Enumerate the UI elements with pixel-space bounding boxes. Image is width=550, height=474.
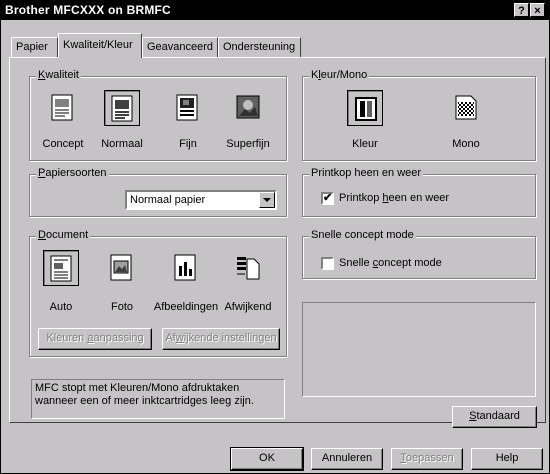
quick-draft-checkbox[interactable] <box>321 257 334 270</box>
title-bar: Brother MFCXXX on BRMFC ? × <box>1 1 549 20</box>
document-group: Document Auto Foto Afbeeldingen Afwijken… <box>29 229 287 357</box>
document-foto-option[interactable] <box>104 250 140 286</box>
normal-quality-icon <box>111 95 133 122</box>
document-afwijkend-label: Afwijkend <box>224 301 272 313</box>
tab-kwaliteit-kleur-label: Kwaliteit/Kleur <box>63 39 133 51</box>
printer-properties-window: Brother MFCXXX on BRMFC ? × Papier Kwali… <box>0 0 550 474</box>
graphics-document-icon <box>174 254 196 281</box>
quality-group: Kwaliteit Concept Normaal Fijn Superfijn <box>29 69 287 161</box>
fine-quality-icon <box>176 94 198 121</box>
document-afwijkend-option[interactable] <box>230 250 266 286</box>
print-head-group: Printkop heen en weer ✔ Printkop heen en… <box>302 167 536 217</box>
document-auto-option[interactable] <box>43 250 79 286</box>
close-button[interactable]: × <box>530 3 545 17</box>
mono-pattern-icon <box>455 95 477 120</box>
draft-quality-icon <box>51 94 73 121</box>
color-mono-group: Kleur/Mono Kleur Mono <box>302 69 536 161</box>
quality-fijn-option[interactable] <box>170 90 206 126</box>
quick-draft-checkbox-label[interactable]: Snelle concept mode <box>339 257 442 269</box>
color-mono-option[interactable] <box>448 90 484 126</box>
standard-button[interactable]: Standaard <box>452 406 537 428</box>
auto-document-icon <box>50 255 72 282</box>
quick-draft-legend: Snelle concept mode <box>309 229 416 241</box>
print-head-legend: Printkop heen en weer <box>309 167 424 179</box>
photo-document-icon <box>110 254 132 281</box>
cancel-button[interactable]: Annuleren <box>311 448 383 470</box>
quality-superfijn-label: Superfijn <box>226 138 270 150</box>
color-mono-legend: Kleur/Mono <box>309 69 370 81</box>
document-afbeeldingen-label: Afbeeldingen <box>153 301 219 313</box>
print-head-checkbox[interactable]: ✔ <box>321 192 334 205</box>
paper-type-select[interactable]: Normaal papier <box>125 190 277 210</box>
tab-kwaliteit-kleur[interactable]: Kwaliteit/Kleur <box>58 33 142 58</box>
quality-normaal-option[interactable] <box>104 90 140 126</box>
help-button[interactable]: Help <box>471 448 543 470</box>
quality-legend: Kwaliteit <box>36 69 81 81</box>
color-kleur-option[interactable] <box>347 90 383 126</box>
document-afbeeldingen-option[interactable] <box>168 250 204 286</box>
color-kleur-label: Kleur <box>352 138 378 150</box>
color-adjust-button[interactable]: Kleuren aanpassing <box>38 328 152 350</box>
quality-concept-option[interactable] <box>45 90 81 126</box>
apply-button[interactable]: Toepassen <box>391 448 463 470</box>
superfine-quality-icon <box>236 95 260 119</box>
document-foto-label: Foto <box>110 301 133 313</box>
tab-ondersteuning[interactable]: Ondersteuning <box>218 37 301 57</box>
tab-papier[interactable]: Papier <box>11 37 58 57</box>
ok-button[interactable]: OK <box>230 447 304 471</box>
color-mono-label: Mono <box>452 138 480 150</box>
document-auto-label: Auto <box>49 301 73 313</box>
tab-geavanceerd[interactable]: Geavanceerd <box>142 37 218 57</box>
quick-draft-group: Snelle concept mode Snelle concept mode <box>302 229 536 279</box>
paper-type-value: Normaal papier <box>130 194 206 206</box>
help-title-button[interactable]: ? <box>514 3 529 17</box>
quality-legend-rest: waliteit <box>45 69 79 81</box>
custom-settings-button[interactable]: Afwijkende instellingen <box>162 328 280 350</box>
chevron-down-icon[interactable] <box>259 192 275 208</box>
color-cartridge-icon <box>355 97 377 121</box>
paper-type-group: Papiersoorten Normaal papier <box>29 167 287 217</box>
window-title: Brother MFCXXX on BRMFC <box>5 3 171 17</box>
document-legend: Document <box>36 229 91 241</box>
quality-superfijn-option[interactable] <box>230 90 266 126</box>
quality-normaal-label: Normaal <box>101 138 143 150</box>
custom-document-icon <box>237 257 260 280</box>
preview-area <box>302 302 536 397</box>
paper-type-legend: Papiersoorten <box>36 167 109 179</box>
info-message: MFC stopt met Kleuren/Mono afdruktaken w… <box>31 379 285 419</box>
print-head-checkbox-label[interactable]: Printkop heen en weer <box>339 192 449 204</box>
